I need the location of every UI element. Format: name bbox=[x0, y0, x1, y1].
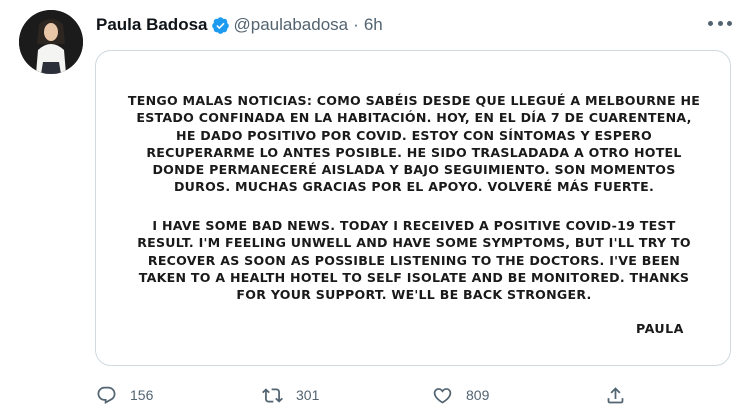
avatar[interactable] bbox=[19, 10, 83, 74]
retweet-icon bbox=[262, 387, 283, 403]
statement-signature: PAULA bbox=[636, 321, 684, 336]
reply-count: 156 bbox=[130, 387, 154, 403]
tweet-media-image[interactable]: TENGO MALAS NOTICIAS: COMO SABÉIS DESDE … bbox=[95, 50, 731, 366]
share-icon bbox=[607, 386, 624, 403]
retweet-count: 301 bbox=[296, 387, 320, 403]
like-icon bbox=[433, 387, 452, 404]
like-button[interactable]: 809 bbox=[432, 382, 489, 408]
reply-icon bbox=[97, 386, 116, 404]
avatar-photo bbox=[19, 10, 83, 74]
reply-button[interactable]: 156 bbox=[96, 382, 153, 408]
verified-badge-icon bbox=[211, 16, 229, 34]
more-options-icon[interactable] bbox=[708, 14, 732, 32]
statement-spanish: TENGO MALAS NOTICIAS: COMO SABÉIS DESDE … bbox=[127, 93, 701, 195]
more-dot bbox=[708, 20, 713, 26]
share-button[interactable] bbox=[605, 382, 626, 408]
more-dot bbox=[727, 20, 732, 26]
tweet-timestamp[interactable]: 6h bbox=[364, 15, 383, 35]
statement-english: I HAVE SOME BAD NEWS. TODAY I RECEIVED A… bbox=[137, 218, 691, 303]
separator-dot: · bbox=[353, 15, 359, 34]
tweet-actions: 156 301 809 bbox=[96, 382, 716, 408]
tweet-header: Paula Badosa @paulabadosa · 6h bbox=[96, 12, 383, 38]
author-handle[interactable]: @paulabadosa bbox=[234, 15, 349, 35]
retweet-button[interactable]: 301 bbox=[262, 382, 319, 408]
like-count: 809 bbox=[466, 387, 490, 403]
more-dot bbox=[717, 20, 723, 26]
author-name[interactable]: Paula Badosa bbox=[96, 15, 208, 35]
